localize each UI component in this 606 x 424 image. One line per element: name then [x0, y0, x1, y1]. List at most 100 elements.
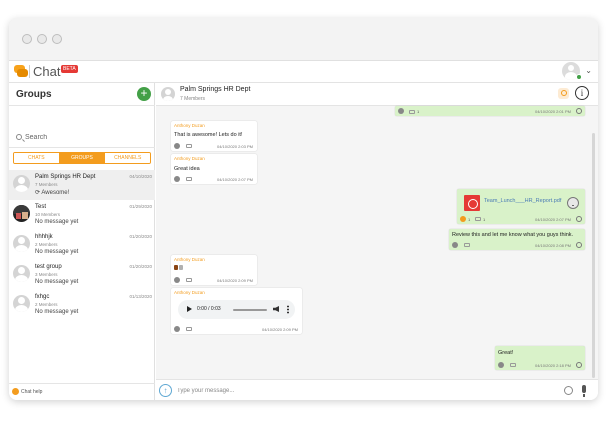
group-name: Palm Springs HR Dept [35, 174, 96, 180]
play-icon[interactable] [187, 306, 192, 312]
app-window: Chat BETA ⌄ Groups + CHATS GROUPS CHANNE… [9, 18, 598, 400]
scrollbar[interactable] [592, 133, 595, 378]
groups-sidebar: Groups + CHATS GROUPS CHANNELS Palm Spri… [9, 83, 155, 400]
emoji-image [174, 265, 184, 271]
reaction-icon[interactable] [174, 143, 180, 149]
reply-icon[interactable] [475, 217, 481, 221]
audio-player: 0:00 / 0:03 [178, 300, 295, 319]
group-avatar [13, 265, 30, 282]
group-item-hhhhjk[interactable]: hhhhjk 2 Members No message yet 01/20/20… [9, 230, 155, 260]
tab-groups[interactable]: GROUPS [58, 153, 105, 163]
forward-icon[interactable] [576, 216, 582, 222]
group-name: fxhgc [35, 294, 50, 300]
group-item-palm-springs[interactable]: Palm Springs HR Dept 7 Members ⟳ Awesome… [9, 170, 155, 200]
group-item-test-group[interactable]: test group 3 Members No message yet 01/2… [9, 260, 155, 290]
group-name: test group [35, 264, 62, 270]
group-item-fxhgc[interactable]: fxhgc 2 Members No message yet 01/13/202… [9, 290, 155, 320]
reply-icon[interactable] [409, 110, 415, 114]
group-name: Test [35, 204, 47, 210]
reply-icon[interactable] [186, 177, 192, 181]
window-maximize-button[interactable] [52, 34, 62, 44]
sidebar-title: Groups [16, 89, 52, 100]
reaction-icon[interactable] [174, 277, 180, 283]
reaction-icon[interactable] [498, 362, 504, 368]
reply-icon[interactable] [186, 144, 192, 148]
more-options-icon[interactable] [287, 305, 289, 314]
reply-icon[interactable] [510, 363, 516, 367]
group-avatar [13, 175, 30, 192]
group-members: 7 Members [35, 182, 58, 187]
message-time: 04/10/2020 2:09 PM [216, 278, 253, 283]
help-icon [12, 388, 19, 395]
chat-title: Palm Springs HR Dept [180, 86, 251, 93]
upload-icon[interactable]: ↑ [159, 384, 172, 397]
volume-icon[interactable] [273, 306, 279, 312]
online-status-icon [576, 74, 582, 80]
reaction-icon[interactable] [452, 242, 458, 248]
chat-help-link[interactable]: Chat help [12, 388, 42, 395]
group-last-message: No message yet [35, 309, 79, 315]
reaction-icon[interactable] [174, 326, 180, 332]
window-minimize-button[interactable] [37, 34, 47, 44]
message-text: Review this and let me know what you guy… [452, 232, 574, 238]
audio-progress-slider[interactable] [233, 309, 267, 311]
group-date: 01/20/2020 [129, 234, 152, 239]
message-composer: ↑ [156, 379, 598, 400]
group-avatar [13, 205, 30, 222]
forward-icon[interactable] [576, 108, 582, 114]
group-members: 2 Members [35, 242, 58, 247]
download-icon[interactable] [567, 197, 579, 209]
file-name-link[interactable]: Team_Lunch___HR_Report.pdf [484, 198, 561, 204]
sidebar-tabs: CHATS GROUPS CHANNELS [13, 152, 151, 164]
group-name: hhhhjk [35, 234, 53, 240]
message-outgoing: Review this and let me know what you guy… [449, 229, 585, 250]
chat-members: 7 Members [180, 96, 206, 102]
message-sender: Anthony Duzan [174, 156, 205, 161]
chat-help-label: Chat help [21, 388, 43, 395]
emoji-icon[interactable] [564, 386, 573, 395]
message-time: 04/10/2020 2:03 PM [216, 144, 253, 149]
reaction-icon[interactable] [398, 108, 404, 114]
add-group-button[interactable]: + [137, 87, 151, 101]
chevron-down-icon[interactable]: ⌄ [585, 66, 592, 75]
top-bar: Chat BETA ⌄ [9, 61, 598, 83]
message-time: 04/10/2020 2:18 PM [534, 363, 571, 368]
group-avatar [161, 87, 175, 101]
tab-channels[interactable]: CHANNELS [104, 153, 150, 163]
group-date: 01/13/2020 [129, 294, 152, 299]
mic-icon[interactable] [582, 385, 586, 397]
audio-time: 0:00 / 0:03 [197, 306, 221, 312]
message-text: Great! [498, 350, 514, 356]
message-sender: Anthony Duzan [174, 257, 205, 262]
reaction-icon[interactable] [460, 216, 466, 222]
info-icon[interactable]: i [575, 86, 589, 100]
message-time: 04/10/2020 2:07 PM [534, 217, 571, 222]
search-icon[interactable] [558, 88, 569, 99]
group-avatar [13, 235, 30, 252]
tab-chats[interactable]: CHATS [14, 153, 59, 163]
reply-icon[interactable] [464, 243, 470, 247]
reply-icon[interactable] [186, 278, 192, 282]
search-icon [16, 134, 22, 140]
group-item-test[interactable]: Test 10 Members No message yet 01/29/202… [9, 200, 155, 230]
beta-badge: BETA [61, 65, 78, 73]
forward-icon[interactable] [576, 362, 582, 368]
group-avatar [13, 295, 30, 312]
window-close-button[interactable] [22, 34, 32, 44]
divider [9, 147, 155, 148]
group-last-message: ⟳ Awesome! [35, 190, 70, 196]
window-titlebar [9, 18, 598, 60]
chat-bubbles-icon [14, 65, 28, 77]
message-input[interactable] [177, 386, 547, 396]
message-sender: Anthony Duzan [174, 123, 205, 128]
reply-count: 1 [417, 109, 420, 114]
message-incoming: Anthony Duzan 04/10/2020 2:09 PM [171, 255, 257, 285]
search-input[interactable] [25, 131, 145, 143]
reply-icon[interactable] [186, 327, 192, 331]
forward-icon[interactable] [576, 242, 582, 248]
reaction-icon[interactable] [174, 176, 180, 182]
message-time: 04/10/2020 2:09 PM [261, 327, 298, 332]
chat-app: Chat BETA ⌄ Groups + CHATS GROUPS CHANNE… [9, 60, 598, 400]
message-audio-incoming: Anthony Duzan 0:00 / 0:03 04/10/2020 2:0… [171, 288, 302, 334]
message-incoming: Anthony Duzan That is awesome! Lets do i… [171, 121, 257, 151]
